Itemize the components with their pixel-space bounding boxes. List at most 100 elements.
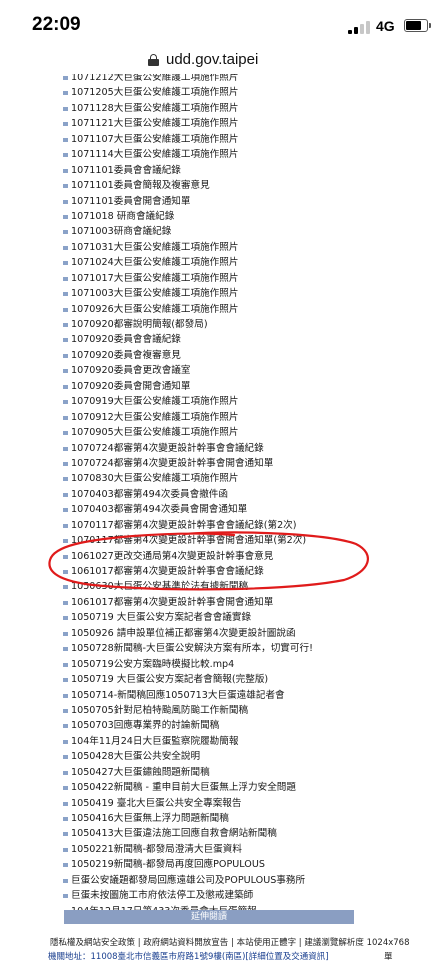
list-item[interactable]: 1050419 臺北大巨蛋公共安全專案報告 xyxy=(60,796,360,811)
list-item[interactable]: 1050413大巨蛋違法施工回應自救會網站新聞稿 xyxy=(60,826,360,841)
bullet-icon xyxy=(63,477,68,481)
list-item[interactable]: 1070920委員會開會通知單 xyxy=(60,379,360,394)
list-item[interactable]: 1061017都審第4次變更設計幹事會會議紀錄 xyxy=(60,564,360,579)
privacy-link[interactable]: 隱私權及網站安全政策 xyxy=(50,938,135,948)
list-item[interactable]: 1070724都審第4次變更設計幹事會開會通知單 xyxy=(60,456,360,471)
bullet-icon xyxy=(63,817,68,821)
list-item[interactable]: 巨蛋公安議題都發局回應遠雄公司及POPULOUS事務所 xyxy=(60,873,360,888)
list-item[interactable]: 1050427大巨蛋鏽蝕問題新聞稿 xyxy=(60,765,360,780)
list-item[interactable]: 巨蛋未按圖施工市府依法停工及懲戒建築師 xyxy=(60,888,360,903)
list-item[interactable]: 1071128大巨蛋公安維護工項施作照片 xyxy=(60,101,360,116)
expand-reading-button[interactable]: 延伸閱讀 xyxy=(64,910,354,924)
bullet-icon xyxy=(63,539,68,543)
bullet-icon xyxy=(63,601,68,605)
bullet-icon xyxy=(63,508,68,512)
list-item[interactable]: 1070724都審第4次變更設計幹事會會議紀錄 xyxy=(60,441,360,456)
list-item[interactable]: 1070403都審第494次委員會開會通知單 xyxy=(60,502,360,517)
list-item[interactable]: 1050428大巨蛋公共安全說明 xyxy=(60,749,360,764)
bullet-icon xyxy=(63,308,68,312)
list-item-label: 1071031大巨蛋公安維護工項施作照片 xyxy=(71,242,238,253)
list-item[interactable]: 1050630大巨蛋公安基準於法有據新聞稿 xyxy=(60,579,360,594)
list-item-label: 1070905大巨蛋公安維護工項施作照片 xyxy=(71,427,238,438)
list-item-label: 1050719 大巨蛋公安方案記者會簡報(完整版) xyxy=(71,674,268,685)
list-item[interactable]: 1070920委員會更改會議室 xyxy=(60,363,360,378)
list-item[interactable]: 1071003大巨蛋公安維護工項施作照片 xyxy=(60,286,360,301)
list-item-label: 1070920委員會複審意見 xyxy=(71,350,181,361)
document-links: 1071212大巨蛋公安維護工項施作照片 1071205大巨蛋公安維護工項施作照片… xyxy=(60,74,360,910)
list-item[interactable]: 1071114大巨蛋公安維護工項施作照片 xyxy=(60,147,360,162)
list-item[interactable]: 1050221新聞稿-都發局澄清大巨蛋資料 xyxy=(60,842,360,857)
list-item[interactable]: 104年11月24日大巨蛋監察院履勘簡報 xyxy=(60,734,360,749)
list-item[interactable]: 1070117都審第4次變更設計幹事會開會通知單(第2次) xyxy=(60,533,360,548)
list-item[interactable]: 1050703回應專業界的討論新聞稿 xyxy=(60,718,360,733)
list-item[interactable]: 1071018 研商會議紀錄 xyxy=(60,209,360,224)
list-item[interactable]: 1070920委員會複審意見 xyxy=(60,348,360,363)
page-footer: 延伸閱讀 隱私權及網站安全政策 | 政府網站資料開放宣告 | 本站使用正體字 |… xyxy=(0,910,444,960)
list-item[interactable]: 1071121大巨蛋公安維護工項施作照片 xyxy=(60,116,360,131)
bullet-icon xyxy=(63,616,68,620)
list-item-label: 1050221新聞稿-都發局澄清大巨蛋資料 xyxy=(71,844,242,855)
list-item[interactable]: 1071003研商會議紀錄 xyxy=(60,224,360,239)
list-item[interactable]: 1070912大巨蛋公安維護工項施作照片 xyxy=(60,410,360,425)
bullet-icon xyxy=(63,354,68,358)
list-item[interactable]: 1050219新聞稿-都發局再度回應POPULOUS xyxy=(60,857,360,872)
list-item[interactable]: 1070926大巨蛋公安維護工項施作照片 xyxy=(60,302,360,317)
list-item[interactable]: 1070919大巨蛋公安維護工項施作照片 xyxy=(60,394,360,409)
address-bar[interactable]: udd.gov.taipei xyxy=(0,48,444,74)
list-item[interactable]: 1050416大巨蛋無上浮力問題新聞稿 xyxy=(60,811,360,826)
bullet-icon xyxy=(63,91,68,95)
list-item-label: 1070920委員會開會通知單 xyxy=(71,381,190,392)
list-item-label: 1050219新聞稿-都發局再度回應POPULOUS xyxy=(71,859,265,870)
bullet-icon xyxy=(63,555,68,559)
list-item[interactable]: 1050714-新聞稿回應1050713大巨蛋遠雄記者會 xyxy=(60,688,360,703)
list-item-label: 1070724都審第4次變更設計幹事會開會通知單 xyxy=(71,458,273,469)
list-item[interactable]: 1071024大巨蛋公安維護工項施作照片 xyxy=(60,255,360,270)
list-item[interactable]: 1071017大巨蛋公安維護工項施作照片 xyxy=(60,271,360,286)
open-data-link[interactable]: 政府網站資料開放宣告 xyxy=(143,938,228,948)
bullet-icon xyxy=(63,863,68,867)
list-item-label: 1071205大巨蛋公安維護工項施作照片 xyxy=(71,87,238,98)
list-item[interactable]: 1071107大巨蛋公安維護工項施作照片 xyxy=(60,132,360,147)
list-item-label: 1071107大巨蛋公安維護工項施作照片 xyxy=(71,134,238,145)
list-item[interactable]: 1050719 大巨蛋公安方案記者會簡報(完整版) xyxy=(60,672,360,687)
list-item[interactable]: 1071101委員會開會通知單 xyxy=(60,194,360,209)
bullet-icon xyxy=(63,894,68,898)
footer-links: 隱私權及網站安全政策 | 政府網站資料開放宣告 | 本站使用正體字 | 建議瀏覽… xyxy=(50,936,409,948)
bullet-icon xyxy=(63,786,68,790)
list-item-label: 1071018 研商會議紀錄 xyxy=(71,211,174,222)
list-item[interactable]: 1050705針對尼柏特颱風防颱工作新聞稿 xyxy=(60,703,360,718)
list-item[interactable]: 1071212大巨蛋公安維護工項施作照片 xyxy=(60,74,360,85)
bullet-icon xyxy=(63,416,68,420)
list-item[interactable]: 1070920都審說明簡報(都發局) xyxy=(60,317,360,332)
agency-address-link[interactable]: 機關地址：11008臺北市信義區市府路1號9樓(南區)[詳細位置及交通資訊] xyxy=(48,950,329,962)
list-item-label: 1070920委員會更改會議室 xyxy=(71,365,190,376)
bullet-icon xyxy=(63,292,68,296)
list-item[interactable]: 1071205大巨蛋公安維護工項施作照片 xyxy=(60,85,360,100)
list-item[interactable]: 1050926 請申設單位補正都審第4次變更設計圖說函 xyxy=(60,626,360,641)
bullet-icon xyxy=(63,802,68,806)
list-item[interactable]: 1050719公安方案臨時模擬比較.mp4 xyxy=(60,657,360,672)
bullet-icon xyxy=(63,740,68,744)
list-item[interactable]: 1071101委員會會議紀錄 xyxy=(60,163,360,178)
list-item[interactable]: 1070830大巨蛋公安維護工項施作照片 xyxy=(60,471,360,486)
list-item[interactable]: 1050719 大巨蛋公安方案記者會會議實錄 xyxy=(60,610,360,625)
list-item[interactable]: 1071101委員會簡報及複審意見 xyxy=(60,178,360,193)
list-item-label: 1050714-新聞稿回應1050713大巨蛋遠雄記者會 xyxy=(71,690,285,701)
bullet-icon xyxy=(63,200,68,204)
bullet-icon xyxy=(63,879,68,883)
list-item[interactable]: 1070920委員會會議紀錄 xyxy=(60,332,360,347)
list-item[interactable]: 1070117都審第4次變更設計幹事會會議紀錄(第2次) xyxy=(60,518,360,533)
list-item[interactable]: 1050422新聞稿 - 重申目前大巨蛋無上浮力安全問題 xyxy=(60,780,360,795)
bullet-icon xyxy=(63,323,68,327)
list-item[interactable]: 1070905大巨蛋公安維護工項施作照片 xyxy=(60,425,360,440)
bullet-icon xyxy=(63,755,68,759)
list-item[interactable]: 1071031大巨蛋公安維護工項施作照片 xyxy=(60,240,360,255)
list-item[interactable]: 1070403都審第494次委員會撤件函 xyxy=(60,487,360,502)
clock: 22:09 xyxy=(32,14,81,36)
signal-strength-icon xyxy=(348,20,370,34)
list-item[interactable]: 1061017都審第4次變更設計幹事會開會通知單 xyxy=(60,595,360,610)
list-item[interactable]: 1050728新聞稿-大巨蛋公安解決方案有所本，切實可行! xyxy=(60,641,360,656)
list-item-label: 1061017都審第4次變更設計幹事會開會通知單 xyxy=(71,597,273,608)
list-item[interactable]: 1061027更改交通局第4次變更設計幹事會意見 xyxy=(60,549,360,564)
list-item-label: 1050719公安方案臨時模擬比較.mp4 xyxy=(71,659,234,670)
